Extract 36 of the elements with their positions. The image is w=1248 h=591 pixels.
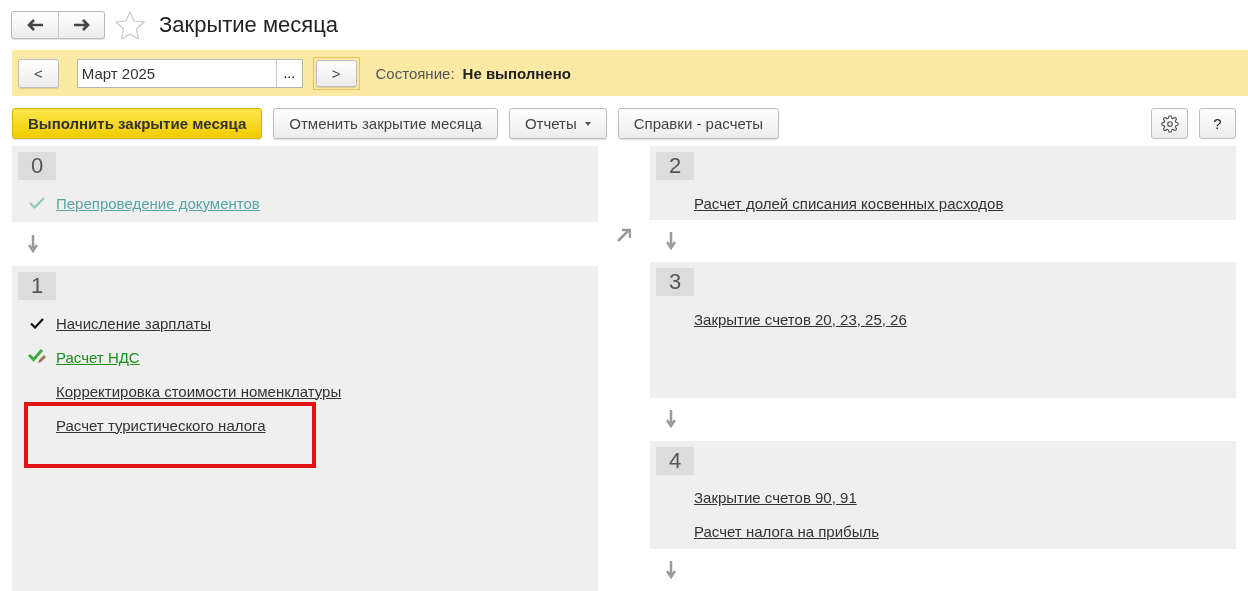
status-label: Состояние: [375,64,455,82]
operation-link[interactable]: Расчет налога на прибыль [694,523,879,541]
star-icon[interactable] [115,11,145,39]
stage-number: 3 [656,268,694,297]
stage-number: 4 [656,446,694,475]
settings-icon [1160,114,1179,133]
toolbar-button[interactable]: Отменить закрытие месяца [273,108,498,139]
operation-link[interactable]: Расчет туристического налога [56,416,266,434]
back-arrow-icon [27,19,43,31]
operation-link[interactable]: Начисление зарплаты [56,314,211,332]
stage-number: 0 [18,152,56,180]
settings-button[interactable] [1151,108,1188,139]
window-title: Закрытие месяца [159,12,339,38]
operation-link[interactable]: Корректировка стоимости номенклатуры [56,382,342,400]
down-arrow-icon [666,410,676,429]
operation-link[interactable]: Расчет долей списания косвенных расходов [694,194,1004,212]
status-value: Не выполнено [462,64,571,82]
down-arrow-icon [666,231,676,250]
check-icon [29,197,45,209]
run-button[interactable]: Выполнить закрытие месяца [12,108,263,139]
down-arrow-icon [28,235,38,253]
reports-menu-button[interactable]: Отчеты [508,108,607,139]
caret-icon [584,121,591,126]
stage-number: 1 [18,272,56,300]
next-button[interactable]: > [315,59,357,87]
down-arrow-icon [666,560,676,579]
stage-number: 2 [656,152,694,180]
period-field[interactable]: Март 2025 ... [76,58,303,88]
diagonal-arrow-icon [617,228,631,242]
forward-arrow-icon [73,19,90,31]
operation-link[interactable]: Закрытие счетов 90, 91 [694,489,857,507]
operation-link[interactable]: Закрытие счетов 20, 23, 25, 26 [694,310,907,328]
previous-button[interactable]: < [18,58,59,88]
help-button[interactable]: ? [1199,108,1236,139]
toolbar-button[interactable]: Справки - расчеты [617,108,779,139]
operation-link[interactable]: Расчет НДС [56,348,140,366]
